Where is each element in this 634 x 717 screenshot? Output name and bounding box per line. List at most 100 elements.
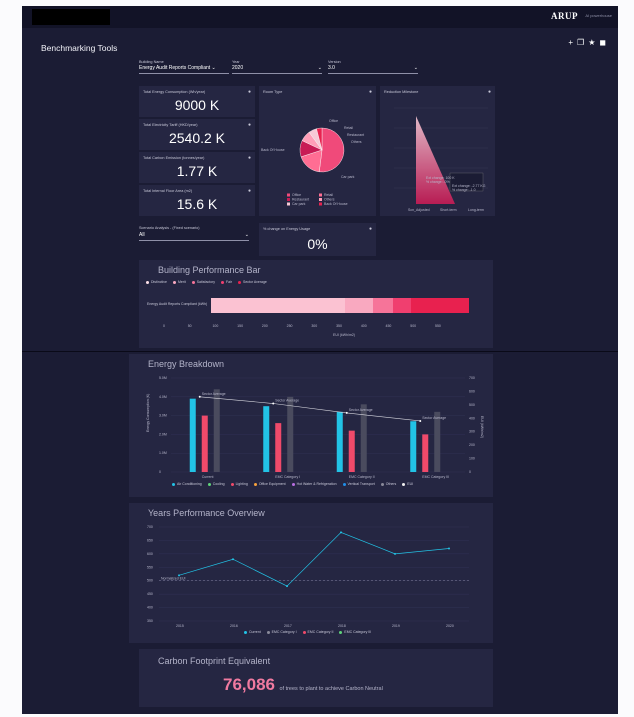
pie-label: Others	[351, 140, 362, 144]
kpi-value: 1.77 K	[176, 163, 218, 179]
chevron-down-icon: ⌄	[317, 65, 322, 71]
kpi-card-energy: Total Energy Consumption (Wh/year) ● 900…	[139, 86, 255, 117]
bar[interactable]	[263, 406, 270, 472]
x-tick: 0	[163, 324, 165, 328]
years-overview-legend: Current EMC Category I EMC Category II E…	[239, 630, 371, 634]
data-point[interactable]	[286, 585, 288, 588]
eui-point[interactable]	[345, 411, 348, 414]
carbon-value: 76,086	[223, 675, 275, 694]
version-select[interactable]: 3.0 ⌄	[328, 65, 418, 74]
bar[interactable]	[201, 415, 208, 472]
legend-swatch	[287, 198, 290, 201]
annotation: % change: -1.0	[452, 188, 476, 192]
info-icon[interactable]: ●	[369, 226, 372, 232]
bar[interactable]	[189, 398, 196, 472]
bar[interactable]	[434, 411, 441, 472]
data-point[interactable]	[232, 558, 234, 561]
info-icon[interactable]: ●	[248, 188, 251, 194]
eui-point[interactable]	[198, 395, 201, 398]
y-axis-label: Energy Consumption (K)	[146, 394, 150, 432]
tag-icon[interactable]: ◼	[599, 38, 610, 47]
y-tick: 450	[147, 592, 153, 596]
app-title: Benchmarking Tools	[41, 43, 118, 53]
x-tick: 50	[188, 324, 192, 328]
y-tick: 350	[147, 619, 153, 623]
bar[interactable]	[213, 389, 220, 472]
bar[interactable]	[410, 421, 417, 472]
copy-icon[interactable]: ❐	[577, 38, 588, 47]
kpi-title: Total Internal Floor Area (m2)	[143, 189, 193, 193]
reduction-chart: Ext change: 100 K % change: -0% Ext chan…	[394, 107, 488, 212]
y2-tick: 700	[469, 376, 475, 380]
x-tick: Current	[202, 475, 214, 479]
chevron-down-icon: ⌄	[413, 65, 418, 71]
pie-label: Office	[329, 119, 338, 123]
x-tick: EMC Category III	[422, 475, 449, 479]
x-tick: 2018	[338, 624, 346, 628]
y2-tick: 500	[469, 403, 475, 407]
year-label: Year	[232, 60, 240, 64]
data-point[interactable]	[340, 531, 342, 534]
star-icon[interactable]: ★	[588, 38, 599, 47]
pie-slice[interactable]	[319, 127, 345, 173]
x-tick: Short-term	[440, 208, 457, 212]
app-frame: ARUP AI powerhouse Benchmarking Tools +❐…	[22, 6, 618, 714]
arup-logo: ARUP	[551, 11, 578, 21]
data-point[interactable]	[448, 547, 450, 550]
info-icon[interactable]: ●	[248, 155, 251, 161]
bar[interactable]	[336, 411, 343, 472]
kpi-value: 15.6 K	[176, 196, 218, 212]
y2-tick: 300	[469, 430, 475, 434]
energy-breakdown-card: Energy Breakdown 0 1.0M 2.0M 3.0M 4.0M 5.0M 0 1…	[129, 354, 493, 497]
bar[interactable]	[275, 423, 282, 472]
annotation: Sector Average	[422, 416, 446, 420]
x-tick: 500	[410, 324, 416, 328]
kpi-value: 9000 K	[174, 97, 220, 113]
redacted-area	[32, 9, 110, 25]
annotation: % change: -0%	[426, 180, 450, 184]
y-tick: 700	[147, 525, 153, 529]
eui-line	[199, 396, 421, 422]
building-select[interactable]: Energy Audit Reports Compliant ⌄	[139, 65, 229, 74]
info-icon[interactable]: ●	[248, 122, 251, 128]
x-tick: 2016	[230, 624, 238, 628]
eui-point[interactable]	[419, 419, 422, 422]
scenario-label: Scenario Analysis - (Fixed scenario)	[139, 226, 200, 230]
bar[interactable]	[287, 396, 294, 472]
chevron-down-icon: ⌄	[244, 232, 249, 238]
y2-tick: 600	[469, 389, 475, 393]
y2-tick: 200	[469, 443, 475, 447]
y2-tick: 400	[469, 416, 475, 420]
legend-swatch	[287, 202, 290, 206]
kpi-card-floor-area: Total Internal Floor Area (m2) ● 15.6 K	[139, 185, 255, 216]
scenario-select[interactable]: All ⌄	[139, 232, 249, 241]
plus-icon[interactable]: +	[568, 38, 577, 47]
x-tick: 550	[435, 324, 441, 328]
x-tick: 2019	[392, 624, 400, 628]
x-tick: EMC Category II	[349, 475, 375, 479]
change-card: % change on Energy Usage ● 0%	[259, 223, 376, 256]
legend-label: Others	[324, 198, 335, 202]
top-bar: ARUP AI powerhouse	[22, 6, 618, 28]
carbon-card: Carbon Footprint Equivalent 76,086 of tr…	[139, 649, 493, 707]
legend-label: Retail	[324, 193, 333, 197]
bar[interactable]	[348, 430, 355, 472]
powered-by-label: AI powerhouse	[585, 13, 612, 18]
y-tick: 4.0M	[159, 395, 167, 399]
data-point[interactable]	[394, 552, 396, 555]
legend-label: Car park	[292, 202, 306, 206]
info-icon[interactable]: ●	[248, 89, 251, 95]
reduction-card: Reduction Milestone ● Ext change: 100 K …	[380, 86, 495, 216]
y-tick: 5.0M	[159, 376, 167, 380]
building-label: Building Name	[139, 60, 164, 64]
legend-swatch	[287, 193, 290, 197]
kpi-card-tariff: Total Electricity Tariff (HKD/year) ● 25…	[139, 119, 255, 150]
kpi-value: 2540.2 K	[168, 130, 226, 146]
bar[interactable]	[422, 434, 429, 472]
pie-label: Retail	[344, 126, 353, 130]
year-select[interactable]: 2020 ⌄	[232, 65, 322, 74]
x-tick: 100	[212, 324, 218, 328]
eui-point[interactable]	[272, 402, 275, 405]
data-point[interactable]	[178, 574, 180, 577]
baseline-label: Normalized EUI	[161, 577, 186, 581]
